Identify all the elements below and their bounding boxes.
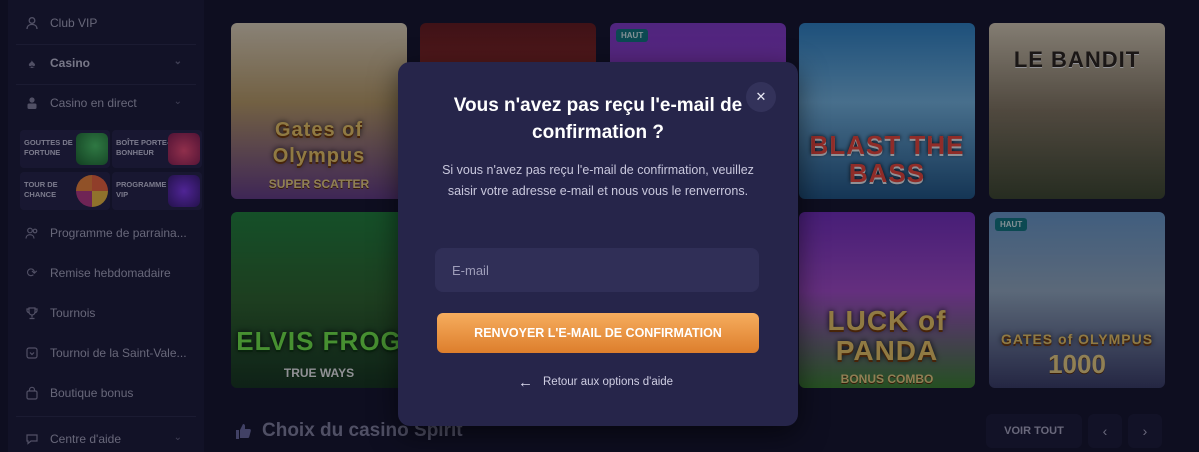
back-to-help-options-link[interactable]: ← Retour aux options d'aide bbox=[518, 373, 674, 391]
modal-title: Vous n'avez pas reçu l'e-mail de confirm… bbox=[453, 95, 743, 143]
back-link-label: Retour aux options d'aide bbox=[543, 376, 674, 388]
email-input[interactable] bbox=[435, 248, 759, 292]
resend-confirmation-modal: ✕ Vous n'avez pas reçu l'e-mail de confi… bbox=[398, 62, 798, 426]
arrow-left-icon: ← bbox=[518, 373, 533, 391]
resend-confirmation-button[interactable]: RENVOYER L'E-MAIL DE CONFIRMATION bbox=[437, 313, 759, 353]
modal-description: Si vous n'avez pas reçu l'e-mail de conf… bbox=[442, 163, 754, 198]
